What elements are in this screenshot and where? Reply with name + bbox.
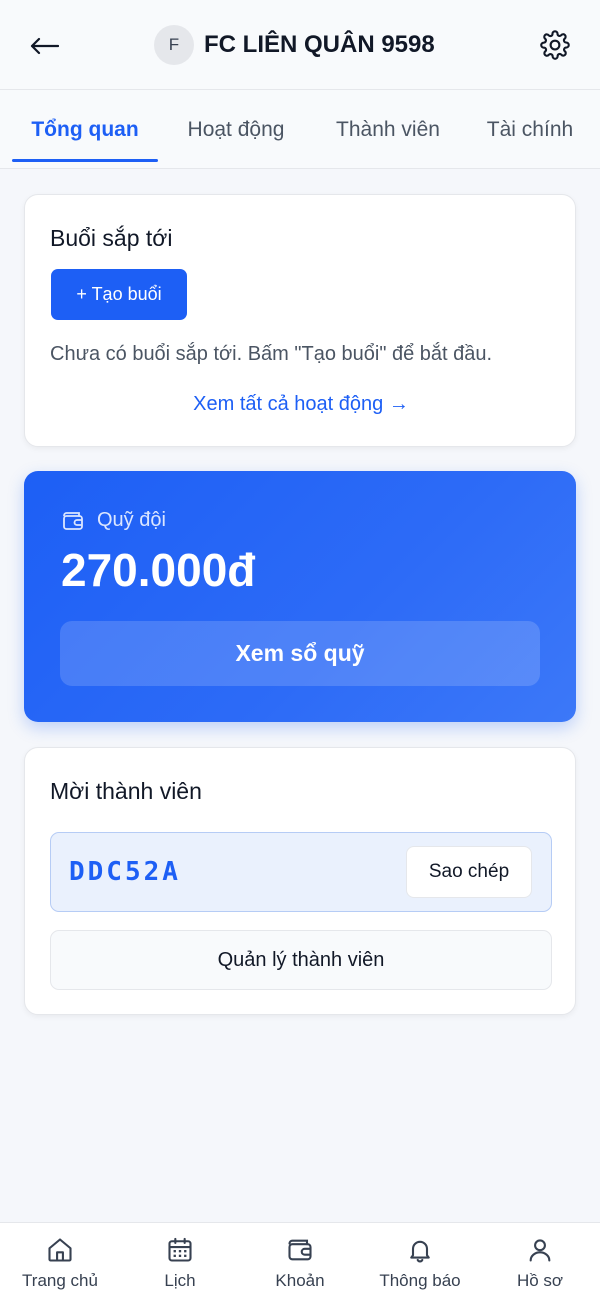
club-title: F FC LIÊN QUÂN 9598 xyxy=(154,24,435,66)
user-icon xyxy=(529,1239,551,1262)
nav-notifications-label: Thông báo xyxy=(379,1271,461,1290)
invite-card: Mời thành viên DDC52A Sao chép Quản lý t… xyxy=(24,747,576,1015)
empty-state-text: Chưa có buổi sắp tới. Bấm "Tạo buổi" để … xyxy=(50,343,493,365)
fund-amount: 270.000đ xyxy=(61,544,256,596)
view-fund-ledger-button[interactable]: Xem sổ quỹ xyxy=(60,621,540,686)
invite-title: Mời thành viên xyxy=(50,778,202,804)
active-tab-indicator xyxy=(12,159,158,162)
fund-label-row: Quỹ đội xyxy=(61,509,166,532)
tab-finance[interactable]: Tài chính xyxy=(470,90,590,169)
fund-label: Quỹ đội xyxy=(97,509,166,531)
tab-activities[interactable]: Hoạt động xyxy=(166,90,306,169)
tab-members[interactable]: Thành viên xyxy=(316,90,460,169)
nav-payments-label: Khoản xyxy=(275,1271,325,1290)
back-button[interactable] xyxy=(24,26,64,66)
bell-icon xyxy=(410,1240,430,1263)
upcoming-title: Buổi sắp tới xyxy=(50,225,173,251)
invite-code: DDC52A xyxy=(69,857,181,887)
nav-calendar-label: Lịch xyxy=(164,1271,196,1290)
manage-members-button[interactable]: Quản lý thành viên xyxy=(50,930,552,990)
settings-button[interactable] xyxy=(540,30,570,60)
calendar-icon xyxy=(168,1237,192,1262)
upcoming-card: Buổi sắp tới + Tạo buổi Chưa có buổi sắp… xyxy=(24,194,576,447)
nav-calendar[interactable]: Lịch xyxy=(120,1223,240,1304)
tab-overview[interactable]: Tổng quan xyxy=(12,90,158,169)
nav-payments[interactable]: Khoản xyxy=(240,1223,360,1304)
club-name: FC LIÊN QUÂN 9598 xyxy=(204,31,435,58)
bottom-nav: Trang chủ Lịch Khoản Thông báo Hồ sơ xyxy=(0,1222,600,1304)
nav-home-label: Trang chủ xyxy=(22,1271,98,1290)
gear-icon xyxy=(540,30,570,60)
arrow-left-icon xyxy=(30,37,59,55)
wallet-icon xyxy=(288,1239,312,1261)
fund-card: Quỹ đội 270.000đ Xem sổ quỹ xyxy=(24,471,576,722)
nav-notifications[interactable]: Thông báo xyxy=(360,1223,480,1304)
view-all-activities-link[interactable]: Xem tất cả hoạt động → xyxy=(25,393,577,416)
app-header: F FC LIÊN QUÂN 9598 xyxy=(0,0,600,90)
copy-code-button[interactable]: Sao chép xyxy=(406,846,532,898)
home-icon xyxy=(48,1238,72,1262)
wallet-icon xyxy=(63,511,83,530)
nav-profile[interactable]: Hồ sơ xyxy=(480,1223,600,1304)
club-avatar: F xyxy=(154,25,194,65)
create-session-button[interactable]: + Tạo buổi xyxy=(51,269,187,320)
nav-home[interactable]: Trang chủ xyxy=(0,1223,120,1304)
nav-profile-label: Hồ sơ xyxy=(516,1271,564,1290)
tab-bar: Tổng quan Hoạt động Thành viên Tài chính xyxy=(0,90,600,169)
invite-code-box: DDC52A Sao chép xyxy=(50,832,552,912)
